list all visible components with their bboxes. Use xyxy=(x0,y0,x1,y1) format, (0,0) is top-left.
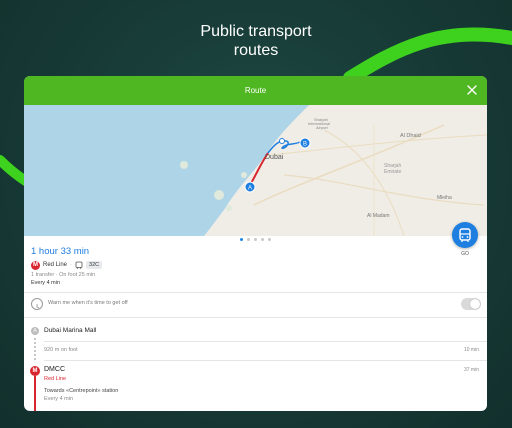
route-card: Route A B Dubai Al Dhaid Sharjah Emirate… xyxy=(24,76,487,411)
pagination-dot[interactable] xyxy=(268,238,271,241)
bus-number-badge: 32C xyxy=(86,261,103,269)
toggle-knob xyxy=(470,299,480,309)
island xyxy=(226,205,232,211)
bus-icon xyxy=(75,261,83,269)
metro-connector xyxy=(34,376,36,411)
route-frequency: Every 4 min xyxy=(31,280,61,286)
bus-icon xyxy=(459,228,471,242)
route-map[interactable]: A B Dubai Al Dhaid Sharjah Emirate Al Mad… xyxy=(24,105,487,236)
map-label-dubai: Dubai xyxy=(265,154,284,161)
walk-time: 10 min xyxy=(463,347,479,353)
go-button[interactable] xyxy=(452,222,478,248)
island xyxy=(180,161,188,169)
map-label-al-dhaid: Al Dhaid xyxy=(400,133,421,139)
close-icon[interactable] xyxy=(465,83,479,97)
divider xyxy=(44,360,487,361)
pagination-dot[interactable] xyxy=(247,238,250,241)
metro-icon: M xyxy=(31,260,40,270)
map-pagination xyxy=(24,238,487,244)
start-marker-label: A xyxy=(248,186,252,192)
metro-line-name: Red Line xyxy=(44,376,67,382)
alert-toggle[interactable] xyxy=(461,298,481,310)
map-label-sharjah-airport: Sharjah International Airport xyxy=(308,117,330,130)
route-lines: M Red Line · 32C xyxy=(31,260,103,270)
metro-icon: M xyxy=(30,366,40,376)
divider xyxy=(24,292,487,293)
map-label-sharjah-emirate: Sharjah Emirate xyxy=(384,163,401,175)
alert-text: Warn me when it's time to get off xyxy=(48,300,128,306)
separator: · xyxy=(70,262,73,268)
walk-distance: 920 m on foot xyxy=(44,347,78,353)
island xyxy=(214,190,224,200)
transfer-info: 1 transfer · On foot 25 min xyxy=(31,272,96,278)
walk-connector xyxy=(34,338,36,362)
divider xyxy=(44,341,487,342)
alert-row: Warn me when it's time to get off xyxy=(31,298,481,310)
map-label-mleiha: Mleiha xyxy=(437,195,452,201)
transfer-point xyxy=(279,138,285,144)
metro-time: 37 min xyxy=(463,367,479,373)
headline-line-1: Public transport xyxy=(200,23,312,40)
pagination-dot[interactable] xyxy=(240,238,243,241)
metro-direction: Towards «Centrepoint» station xyxy=(44,388,119,394)
top-bar: Route xyxy=(24,76,487,105)
pagination-dot[interactable] xyxy=(254,238,257,241)
island xyxy=(241,172,247,178)
line-name: Red Line xyxy=(43,262,68,268)
headline: Public transport routes xyxy=(0,22,512,60)
start-stop-marker: A xyxy=(31,327,39,335)
pagination-dot[interactable] xyxy=(261,238,264,241)
headline-line-2: routes xyxy=(233,42,279,59)
window-title: Route xyxy=(244,86,267,95)
metro-stop-name[interactable]: DMCC xyxy=(44,366,65,373)
divider xyxy=(24,317,487,318)
end-marker-label: B xyxy=(303,142,307,148)
map-canvas: A B Dubai Al Dhaid Sharjah Emirate Al Mad… xyxy=(24,105,487,236)
go-button-label: GO xyxy=(461,251,469,257)
map-label-al-madam: Al Madam xyxy=(367,213,390,219)
metro-frequency: Every 4 min xyxy=(44,396,74,402)
start-stop-name[interactable]: Dubai Marina Mall xyxy=(44,327,96,334)
alarm-icon xyxy=(31,298,43,310)
route-duration: 1 hour 33 min xyxy=(31,246,90,257)
